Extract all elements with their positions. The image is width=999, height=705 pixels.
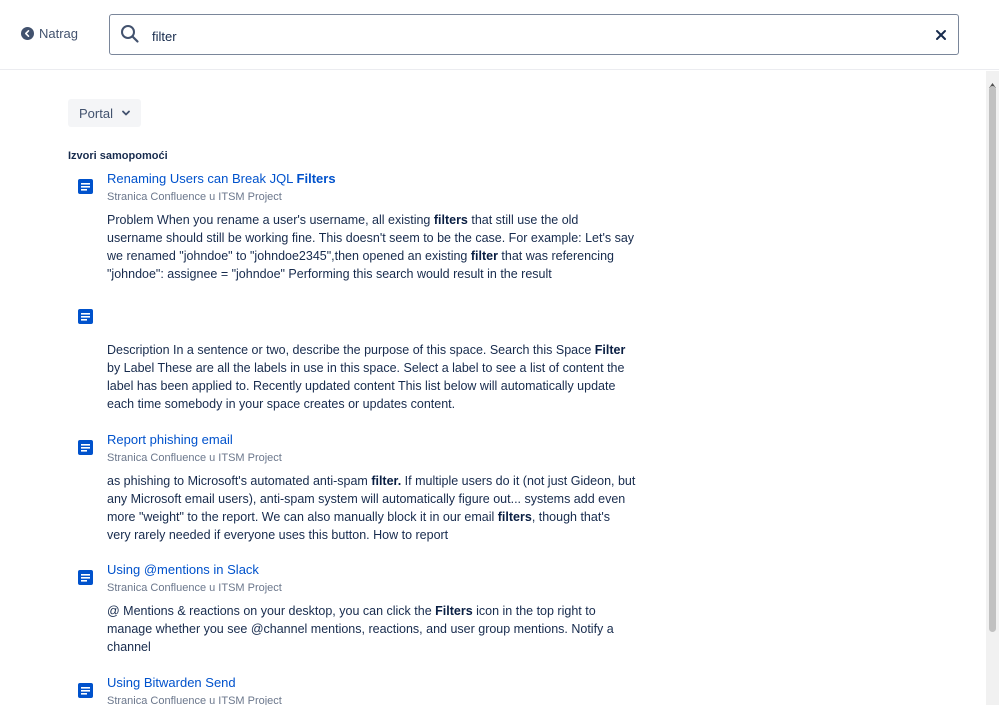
result-title-link[interactable]: Using Bitwarden Send: [107, 675, 236, 690]
result-snippet: @ Mentions & reactions on your desktop, …: [107, 602, 637, 656]
snippet-text: Description In a sentence or two, descri…: [107, 343, 595, 357]
result-subtitle: Stranica Confluence u ITSM Project: [107, 452, 282, 464]
search-input[interactable]: [150, 23, 914, 49]
snippet-text: @ Mentions & reactions on your desktop, …: [107, 604, 436, 618]
highlighted-term: Filters: [435, 604, 473, 618]
snippet-text: Problem When you rename a user's usernam…: [107, 213, 434, 227]
snippet-text: as phishing to Microsoft's automated ant…: [107, 474, 372, 488]
document-icon: [78, 309, 93, 329]
section-title: Izvori samopomoći: [68, 150, 168, 162]
result-title-link[interactable]: Report phishing email: [107, 432, 233, 447]
scrollbar-thumb[interactable]: [989, 86, 996, 632]
result-subtitle: Stranica Confluence u ITSM Project: [107, 582, 282, 594]
result-snippet: Description In a sentence or two, descri…: [107, 341, 637, 413]
search-box[interactable]: [109, 14, 959, 55]
document-icon: [78, 570, 93, 590]
result-title-link[interactable]: Using @mentions in Slack: [107, 562, 259, 577]
highlighted-term: filters: [497, 510, 532, 524]
highlighted-term: Filter: [594, 343, 626, 357]
scrollbar[interactable]: [986, 71, 999, 705]
highlighted-term: filter.: [371, 474, 402, 488]
snippet-text: by Label These are all the labels in use…: [107, 361, 625, 411]
portal-filter-label: Portal: [79, 105, 113, 121]
portal-filter-dropdown[interactable]: Portal: [68, 99, 141, 127]
top-bar: Natrag: [0, 0, 999, 70]
chevron-down-icon: [121, 106, 131, 121]
highlighted-term: filters: [433, 213, 468, 227]
highlighted-term: filter: [470, 249, 498, 263]
back-button[interactable]: Natrag: [21, 26, 78, 41]
result-snippet: Problem When you rename a user's usernam…: [107, 211, 637, 283]
result-title-link[interactable]: Renaming Users can Break JQL Filters: [107, 171, 336, 186]
document-icon: [78, 683, 93, 703]
result-subtitle: Stranica Confluence u ITSM Project: [107, 191, 282, 203]
close-icon[interactable]: [935, 28, 947, 46]
results-panel: Portal Izvori samopomoći Renaming Users …: [0, 71, 986, 705]
arrow-left-icon: [21, 27, 34, 40]
result-subtitle: Stranica Confluence u ITSM Project: [107, 695, 282, 705]
back-label: Natrag: [39, 26, 79, 41]
document-icon: [78, 179, 93, 199]
result-snippet: as phishing to Microsoft's automated ant…: [107, 472, 637, 544]
search-icon: [120, 24, 140, 49]
document-icon: [78, 440, 93, 460]
